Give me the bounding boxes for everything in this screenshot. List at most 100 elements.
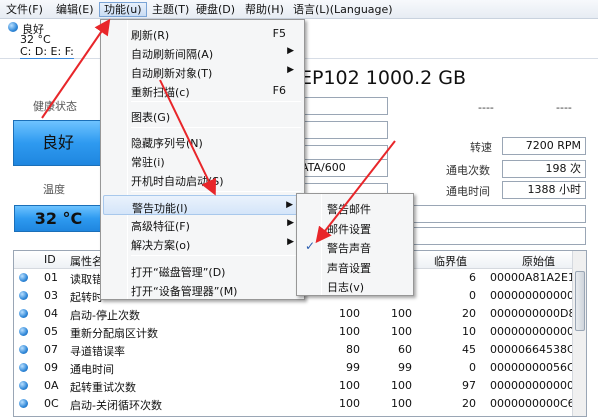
menu-item-label: 重新扫描(c) — [131, 86, 190, 99]
info-field-2 — [296, 121, 388, 139]
menu-item-shortcut: F6 — [272, 84, 286, 97]
menu-item-rescan[interactable]: 重新扫描(c) F6 — [103, 80, 302, 100]
menu-file[interactable]: 文件(F) — [2, 2, 47, 17]
menu-help[interactable]: 帮助(H) — [241, 2, 288, 17]
status-dot-icon — [19, 399, 28, 408]
cell-raw: 00000664538C1 — [490, 343, 582, 356]
menu-item-open-disk-management[interactable]: 打开“磁盘管理”(D) — [103, 260, 302, 280]
menu-item-open-device-manager[interactable]: 打开“设备管理器”(M) — [103, 279, 302, 299]
cell-raw: 00000A81A2E1 — [490, 271, 575, 284]
cell-current: 80 — [346, 343, 360, 356]
cell-raw: 000000000000 — [490, 289, 574, 302]
submenu-item-log[interactable]: 日志(v) — [299, 275, 411, 295]
submenu-item-warning-mail[interactable]: 警告邮件 — [299, 197, 411, 217]
menu-language[interactable]: 语言(L)(Language) — [289, 2, 397, 17]
menu-item-label: 常驻(i) — [131, 156, 165, 169]
menu-item-auto-refresh-interval[interactable]: 自动刷新间隔(A) ▶ — [103, 42, 302, 62]
status-dot-icon — [19, 327, 28, 336]
drive-tab[interactable]: 良好 32 °C C: D: E: F: — [2, 19, 98, 60]
cell-raw: 0000000000C6 — [490, 397, 575, 410]
menu-item-label: 隐藏序列号(N) — [131, 137, 203, 150]
cell-name: 启动-关闭循环次数 — [70, 399, 162, 412]
menu-item-label: 开机时自动启动(S) — [131, 175, 224, 188]
disk-title: EP102 1000.2 GB — [300, 67, 467, 89]
drive-letters: C: D: E: F: — [20, 45, 74, 60]
col-threshold[interactable]: 临界值 — [434, 253, 467, 269]
menu-disk[interactable]: 硬盘(D) — [192, 2, 239, 17]
cell-threshold: 6 — [469, 271, 476, 284]
temperature-value: 32 °C — [14, 205, 103, 232]
menu-item-advanced-features[interactable]: 高级特征(F) ▶ — [103, 214, 302, 234]
menu-item-label: 解决方案(o) — [131, 239, 191, 252]
table-row[interactable]: 09 通电时间 99 99 0 00000000056C — [14, 359, 575, 377]
table-row[interactable]: 04 启动-停止次数 100 100 20 0000000000D8 — [14, 305, 576, 323]
cell-raw: 0000000000D8 — [490, 307, 576, 320]
rotation-value: 7200 RPM — [502, 137, 586, 155]
cell-id: 0C — [44, 397, 59, 410]
cell-raw: 000000000000 — [490, 379, 574, 392]
col-id[interactable]: ID — [44, 253, 56, 266]
menu-item-label: 打开“设备管理器”(M) — [131, 285, 238, 298]
menu-item-autostart[interactable]: 开机时自动启动(S) — [103, 169, 302, 189]
cell-worst: 100 — [391, 325, 412, 338]
status-icon — [8, 22, 18, 32]
menu-item-resident[interactable]: 常驻(i) — [103, 150, 302, 170]
cell-threshold: 20 — [462, 397, 476, 410]
cell-name: 启动-停止次数 — [70, 309, 140, 322]
submenu-item-mail-settings[interactable]: 邮件设置 — [299, 217, 411, 237]
cell-worst: 100 — [391, 379, 412, 392]
menu-item-solutions[interactable]: 解决方案(o) ▶ — [103, 233, 302, 253]
function-menu: 刷新(R) F5 自动刷新间隔(A) ▶ 自动刷新对象(T) ▶ 重新扫描(c) F6 图表(G… — [100, 19, 305, 300]
cell-id: 01 — [44, 271, 58, 284]
cell-id: 05 — [44, 325, 58, 338]
temperature-label: 温度 — [43, 183, 65, 196]
submenu-item-label: 邮件设置 — [327, 222, 371, 236]
cell-name: 重新分配扇区计数 — [70, 327, 158, 340]
menu-item-hide-serial[interactable]: 隐藏序列号(N) — [103, 131, 302, 151]
cell-worst: 99 — [398, 361, 412, 374]
dash-2: ---- — [556, 101, 572, 114]
power-time-label: 通电时间 — [446, 185, 490, 198]
submenu-item-warning-sound[interactable]: ✓ 警告声音 — [299, 236, 411, 256]
submenu-arrow-icon: ▶ — [287, 46, 294, 56]
menu-item-graph[interactable]: 图表(G) — [103, 105, 302, 125]
table-row[interactable]: 0C 启动-关闭循环次数 100 100 20 0000000000C6 — [14, 395, 575, 413]
submenu-arrow-icon: ▶ — [287, 218, 294, 228]
menu-theme[interactable]: 主题(T) — [148, 2, 193, 17]
warning-submenu: 警告邮件邮件设置 ✓ 警告声音声音设置 日志(v) — [296, 193, 414, 296]
submenu-item-sound-settings[interactable]: 声音设置 — [299, 256, 411, 276]
menu-edit[interactable]: 编辑(E) — [52, 2, 98, 17]
status-dot-icon — [19, 309, 28, 318]
cell-current: 100 — [339, 325, 360, 338]
rotation-label: 转速 — [470, 141, 492, 154]
submenu-item-label: 声音设置 — [327, 261, 371, 275]
col-name[interactable]: 属性名 — [70, 253, 103, 269]
menu-item-label: 刷新(R) — [131, 29, 170, 42]
info-field-1 — [296, 97, 388, 115]
checkmark-icon: ✓ — [305, 239, 316, 253]
cell-name: 寻道错误率 — [70, 345, 125, 358]
menu-item-label: 图表(G) — [131, 111, 171, 124]
menu-separator — [131, 101, 301, 102]
menu-item-auto-refresh-target[interactable]: 自动刷新对象(T) ▶ — [103, 61, 302, 81]
cell-worst: 60 — [398, 343, 412, 356]
table-row[interactable]: 0A 起转重试次数 100 100 97 000000000000 — [14, 377, 574, 395]
table-row[interactable]: 07 寻道错误率 80 60 45 00000664538C1 — [14, 341, 582, 359]
col-raw[interactable]: 原始值 — [522, 253, 555, 269]
menu-item-refresh[interactable]: 刷新(R) F5 — [103, 23, 302, 43]
cell-id: 09 — [44, 361, 58, 374]
table-row[interactable]: 05 重新分配扇区计数 100 100 10 000000000000 — [14, 323, 574, 341]
menu-item-warning-function[interactable]: 警告功能(l) ▶ — [103, 195, 302, 215]
menu-separator — [131, 255, 301, 256]
status-dot-icon — [19, 345, 28, 354]
menu-function[interactable]: 功能(u) — [99, 2, 147, 17]
cell-current: 100 — [339, 397, 360, 410]
table-row[interactable]: B7厂商特定项目1001000000000000000 — [14, 413, 574, 416]
cell-threshold: 0 — [469, 289, 476, 302]
table-scrollbar[interactable] — [572, 251, 586, 416]
cell-threshold: 0 — [469, 361, 476, 374]
cell-threshold: 20 — [462, 307, 476, 320]
scrollbar-thumb[interactable] — [575, 271, 585, 331]
cell-name: 读取错 — [70, 273, 103, 286]
health-status-button[interactable]: 良好 — [13, 120, 103, 166]
